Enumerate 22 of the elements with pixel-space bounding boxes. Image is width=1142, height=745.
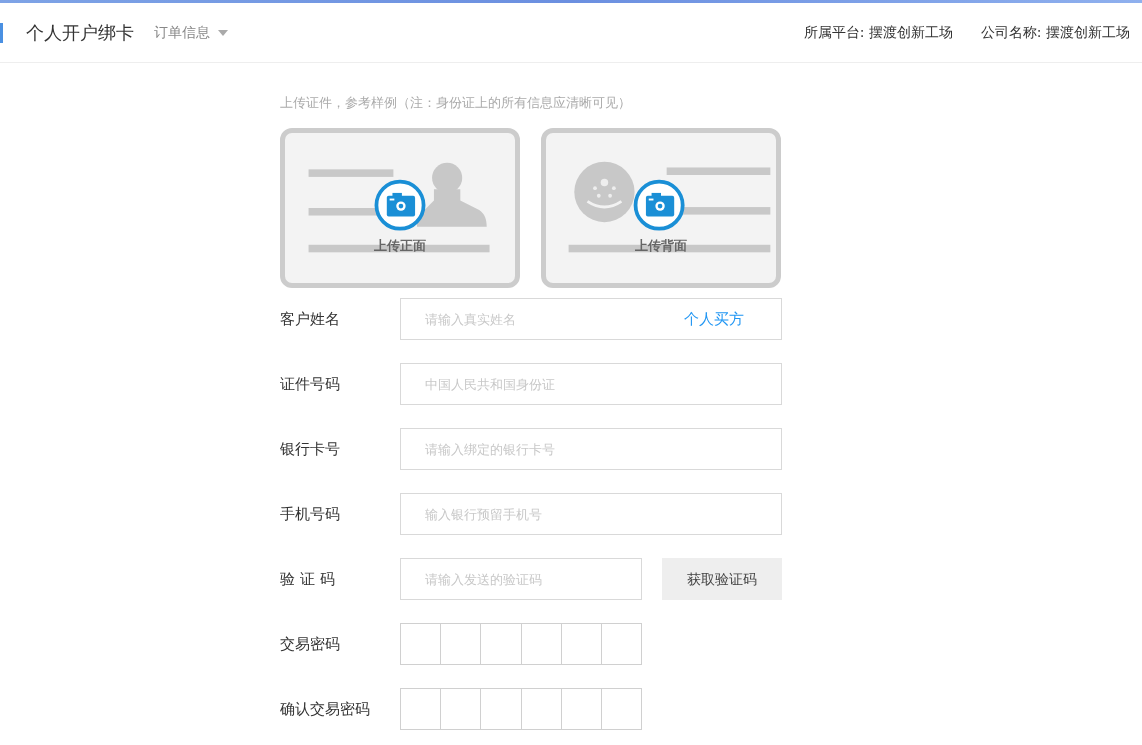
field-label: 手机号码 bbox=[280, 503, 341, 525]
password-digit-field[interactable] bbox=[400, 688, 642, 730]
upload-hint: 上传证件，参考样例（注：身份证上的所有信息应清晰可见） bbox=[280, 94, 632, 112]
platform-info: 所属平台: 摆渡创新工场 bbox=[803, 23, 953, 42]
field-label: 证件号码 bbox=[280, 373, 341, 395]
camera-icon bbox=[376, 181, 424, 229]
camera-icon bbox=[635, 181, 683, 229]
buyer-type-tag: 个人买方 bbox=[684, 309, 744, 329]
field-label: 客户姓名 bbox=[280, 308, 341, 330]
caret-icon bbox=[218, 29, 228, 36]
id-upload-card[interactable]: 上传正面 bbox=[280, 128, 520, 288]
field-label: 交易密码 bbox=[280, 633, 341, 655]
title-accent bbox=[0, 23, 3, 43]
order-info-dropdown[interactable]: 订单信息 bbox=[154, 22, 228, 43]
field-label: 确认交易密码 bbox=[280, 698, 371, 720]
field-label: 银行卡号 bbox=[280, 438, 341, 460]
field-label: 验 证 码 bbox=[280, 568, 336, 590]
id-upload-card[interactable]: 上传背面 bbox=[541, 128, 781, 288]
page-title: 个人开户绑卡 bbox=[26, 21, 134, 45]
password-digit-field[interactable] bbox=[400, 623, 642, 665]
company-info: 公司名称: 摆渡创新工场 bbox=[980, 23, 1130, 42]
get-code-button[interactable]: 获取验证码 bbox=[662, 558, 782, 600]
